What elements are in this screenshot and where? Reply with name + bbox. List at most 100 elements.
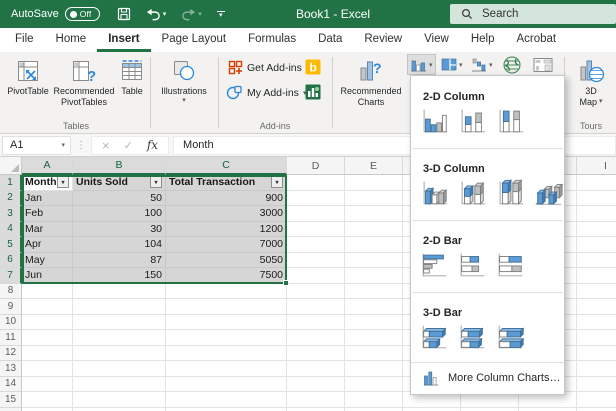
3d-map-button[interactable]: 3D Map ▾ xyxy=(568,56,614,108)
column-header-D[interactable]: D xyxy=(287,157,345,175)
cell-C10[interactable] xyxy=(166,315,287,331)
more-column-charts-item[interactable]: More Column Charts… xyxy=(411,362,564,394)
cell-E1[interactable] xyxy=(345,175,403,191)
row-header-9[interactable]: 9 xyxy=(0,299,22,315)
chart-type-stacked-bar[interactable] xyxy=(455,249,489,281)
illustrations-button[interactable]: Illustrations ▾ xyxy=(153,56,215,105)
cell-D14[interactable] xyxy=(287,377,345,393)
insert-function-button[interactable]: fx xyxy=(147,138,158,152)
cell-C2[interactable]: 900 xyxy=(166,191,287,207)
row-header-14[interactable]: 14 xyxy=(0,377,22,393)
chart-type-stacked-column[interactable] xyxy=(455,105,489,137)
bing-maps-addin-button[interactable]: b xyxy=(305,59,321,75)
cell-A13[interactable] xyxy=(22,361,73,377)
tab-view[interactable]: View xyxy=(413,28,460,52)
row-header-11[interactable]: 11 xyxy=(0,330,22,346)
row-header-10[interactable]: 10 xyxy=(0,315,22,331)
cell-I6[interactable] xyxy=(577,253,616,269)
cell-B11[interactable] xyxy=(73,330,166,346)
cell-F16[interactable] xyxy=(403,408,461,411)
row-header-1[interactable]: 1 xyxy=(0,175,22,191)
cell-I8[interactable] xyxy=(577,284,616,300)
cell-D4[interactable] xyxy=(287,222,345,238)
cell-I2[interactable] xyxy=(577,191,616,207)
maps-button[interactable] xyxy=(500,55,524,74)
cell-B9[interactable] xyxy=(73,299,166,315)
cell-C16[interactable] xyxy=(166,408,287,411)
cell-B2[interactable]: 50 xyxy=(73,191,166,207)
cell-E11[interactable] xyxy=(345,330,403,346)
filter-button[interactable]: ▾ xyxy=(57,176,69,188)
tab-review[interactable]: Review xyxy=(353,28,413,52)
column-header-C[interactable]: C xyxy=(166,157,287,175)
cell-A12[interactable] xyxy=(22,346,73,362)
cell-C1[interactable]: Total Transaction▾ xyxy=(166,175,287,191)
tab-file[interactable]: File xyxy=(4,28,45,52)
customize-quick-access-toolbar-button[interactable]: ▾ xyxy=(217,11,225,17)
cell-E6[interactable] xyxy=(345,253,403,269)
cell-C9[interactable] xyxy=(166,299,287,315)
autosave-toggle[interactable]: AutoSave Off xyxy=(11,7,100,21)
cell-D5[interactable] xyxy=(287,237,345,253)
row-header-16[interactable] xyxy=(0,408,22,411)
cell-I9[interactable] xyxy=(577,299,616,315)
row-header-13[interactable]: 13 xyxy=(0,361,22,377)
row-header-5[interactable]: 5 xyxy=(0,237,22,253)
autosave-switch[interactable]: Off xyxy=(65,7,100,21)
cell-I14[interactable] xyxy=(577,377,616,393)
cell-B16[interactable] xyxy=(73,408,166,411)
row-header-7[interactable]: 7 xyxy=(0,268,22,284)
tab-data[interactable]: Data xyxy=(307,28,353,52)
fill-handle[interactable] xyxy=(283,280,289,286)
row-header-4[interactable]: 4 xyxy=(0,222,22,238)
cell-E8[interactable] xyxy=(345,284,403,300)
cell-C12[interactable] xyxy=(166,346,287,362)
column-header-I[interactable]: I xyxy=(577,157,616,175)
column-header-B[interactable]: B xyxy=(73,157,166,175)
cell-B8[interactable] xyxy=(73,284,166,300)
get-add-ins-button[interactable]: Get Add-ins xyxy=(228,60,302,75)
my-add-ins-button[interactable]: My Add-ins ▾ xyxy=(226,85,306,100)
cell-A4[interactable]: Mar xyxy=(22,222,73,238)
cell-E9[interactable] xyxy=(345,299,403,315)
cell-B1[interactable]: Units Sold▾ xyxy=(73,175,166,191)
cell-B13[interactable] xyxy=(73,361,166,377)
cell-A8[interactable] xyxy=(22,284,73,300)
cell-D1[interactable] xyxy=(287,175,345,191)
cell-I3[interactable] xyxy=(577,206,616,222)
chart-type-3d-stacked-bar[interactable] xyxy=(455,321,489,353)
cell-C5[interactable]: 7000 xyxy=(166,237,287,253)
cell-I7[interactable] xyxy=(577,268,616,284)
cell-A6[interactable]: May xyxy=(22,253,73,269)
column-header-A[interactable]: A xyxy=(22,157,73,175)
tab-help[interactable]: Help xyxy=(460,28,506,52)
chart-type-clustered-bar[interactable] xyxy=(417,249,451,281)
chart-type-3d-100-stacked-bar[interactable] xyxy=(493,321,527,353)
row-header-6[interactable]: 6 xyxy=(0,253,22,269)
cell-D12[interactable] xyxy=(287,346,345,362)
cell-D2[interactable] xyxy=(287,191,345,207)
column-header-E[interactable]: E xyxy=(345,157,403,175)
chart-type-clustered-column[interactable] xyxy=(417,105,451,137)
cell-I10[interactable] xyxy=(577,315,616,331)
chart-type-100-stacked-bar[interactable] xyxy=(493,249,527,281)
cell-B10[interactable] xyxy=(73,315,166,331)
tab-acrobat[interactable]: Acrobat xyxy=(505,28,567,52)
cell-D6[interactable] xyxy=(287,253,345,269)
tab-home[interactable]: Home xyxy=(45,28,98,52)
cell-C15[interactable] xyxy=(166,392,287,408)
tab-page-layout[interactable]: Page Layout xyxy=(151,28,238,52)
cell-D3[interactable] xyxy=(287,206,345,222)
cell-E14[interactable] xyxy=(345,377,403,393)
cell-I16[interactable] xyxy=(577,408,616,411)
chart-type-3d-column[interactable] xyxy=(531,177,565,209)
cell-B14[interactable] xyxy=(73,377,166,393)
cell-A11[interactable] xyxy=(22,330,73,346)
cell-D15[interactable] xyxy=(287,392,345,408)
cell-A14[interactable] xyxy=(22,377,73,393)
cell-C3[interactable]: 3000 xyxy=(166,206,287,222)
pivottable-button[interactable]: PivotTable xyxy=(4,56,52,97)
cell-A3[interactable]: Feb xyxy=(22,206,73,222)
cell-C6[interactable]: 5050 xyxy=(166,253,287,269)
cell-I1[interactable] xyxy=(577,175,616,191)
